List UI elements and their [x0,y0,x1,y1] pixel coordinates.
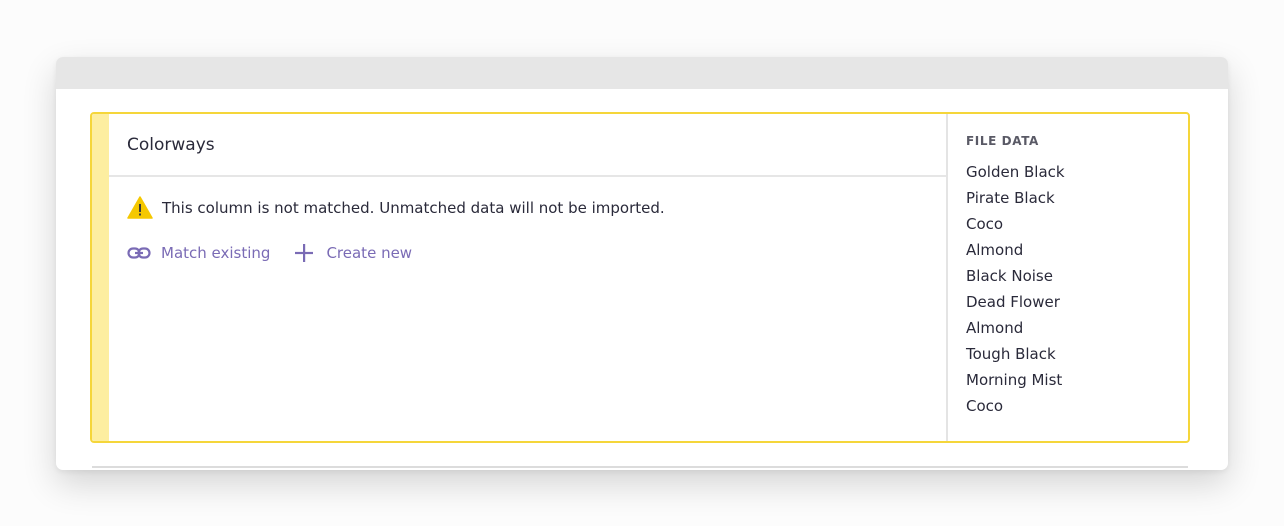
file-data-heading: FILE DATA [966,134,1039,148]
window-title-bar [56,57,1228,89]
list-item: Tough Black [966,345,1056,363]
column-title: Colorways [127,134,215,155]
unmatched-stripe [92,114,109,441]
plus-icon [295,244,314,262]
list-item: Almond [966,319,1024,337]
match-actions: Match existing Create new [109,241,946,265]
unmatched-warning: This column is not matched. Unmatched da… [109,196,946,220]
file-data-list: Golden Black Pirate Black Coco Almond Bl… [966,162,1188,422]
list-item: Dead Flower [966,293,1060,311]
warning-text: This column is not matched. Unmatched da… [162,199,665,217]
warning-icon [127,196,153,219]
list-item: Black Noise [966,267,1053,285]
link-icon [127,247,151,259]
create-new-button[interactable]: Create new [292,241,412,265]
match-existing-label: Match existing [161,244,271,262]
list-item: Pirate Black [966,189,1055,207]
file-data-panel: FILE DATA Golden Black Pirate Black Coco… [948,114,1188,441]
list-item: Morning Mist [966,371,1063,389]
column-header: Colorways [109,114,946,177]
list-item: Coco [966,215,1004,233]
list-item: Coco [966,397,1004,415]
column-match-card: Colorways This column is not matched. Un… [90,112,1190,443]
list-item: Almond [966,241,1024,259]
match-existing-button[interactable]: Match existing [127,241,270,265]
list-item: Golden Black [966,163,1065,181]
column-panel: Colorways This column is not matched. Un… [109,114,948,441]
import-window: Colorways This column is not matched. Un… [56,57,1228,470]
create-new-label: Create new [326,244,413,262]
next-card-edge [92,466,1188,468]
